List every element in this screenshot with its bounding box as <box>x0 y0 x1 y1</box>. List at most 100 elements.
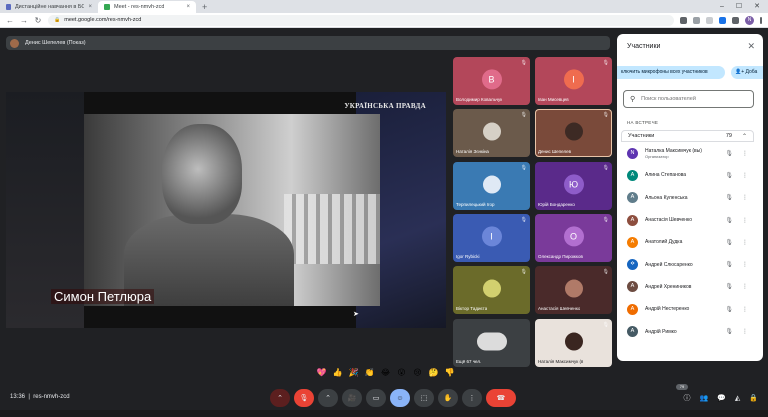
extension-icon[interactable] <box>719 16 726 24</box>
reactions-button[interactable]: ☺ <box>390 389 410 407</box>
mic-off-icon[interactable]: 🎙 <box>725 150 733 157</box>
mic-off-icon[interactable]: 🎙 <box>725 328 733 335</box>
chevron-up-icon[interactable]: ⌃ <box>742 133 747 140</box>
participant-tile[interactable]: Ю 🎙 Юрій Бондаренко <box>535 161 612 210</box>
participant-tile[interactable]: 🎙 Анастасія Шевченко <box>535 266 612 315</box>
mic-off-icon[interactable]: 🎙 <box>725 239 733 246</box>
participant-tile[interactable]: 🎙 Наталія Зєнкіна <box>453 109 530 158</box>
mic-off-icon: 🎙 <box>602 216 609 223</box>
more-vert-icon[interactable]: ⋮ <box>740 194 748 201</box>
more-vert-icon[interactable]: ⋮ <box>740 239 748 246</box>
browser-tab-2[interactable]: Meet - res-nmvh-zcd × <box>98 1 196 13</box>
tile-avatar-letter: В <box>481 69 502 90</box>
menu-dots-icon[interactable] <box>760 16 762 24</box>
reload-icon[interactable]: ↻ <box>34 16 42 25</box>
mic-off-icon[interactable]: 🎙 <box>725 306 733 313</box>
forward-icon[interactable]: → <box>20 16 28 25</box>
mic-options-button[interactable]: ⌃ <box>270 389 290 407</box>
close-window-icon[interactable]: ✕ <box>754 1 760 13</box>
close-panel-icon[interactable]: ✕ <box>747 41 755 52</box>
info-icon[interactable]: ⓘ <box>683 393 690 403</box>
list-item[interactable]: А Анастасія Шевченко 🎙 ⋮ <box>621 209 754 231</box>
end-call-button[interactable]: ☎ <box>486 389 516 407</box>
participant-tile[interactable]: 🎙 Терпилецький Ігор <box>453 161 530 210</box>
participant-tile[interactable]: I 🎙 Igor Rybicki <box>453 213 530 262</box>
camera-icon[interactable] <box>680 16 687 24</box>
profile-avatar[interactable]: N <box>745 15 754 25</box>
mute-all-button[interactable]: ключить микрофоны всех участников <box>617 66 725 79</box>
more-vert-icon[interactable]: ⋮ <box>740 261 748 268</box>
camera-button[interactable]: 🎥 <box>342 389 362 407</box>
mic-off-icon[interactable]: 🎙 <box>725 194 733 201</box>
reaction-emoji[interactable]: 🎉 <box>347 368 360 377</box>
raise-hand-button[interactable]: ✋ <box>438 389 458 407</box>
more-vert-icon[interactable]: ⋮ <box>740 328 748 335</box>
list-item[interactable]: А Алина Степанова 🎙 ⋮ <box>621 164 754 186</box>
mic-off-icon: 🎙 <box>299 395 309 402</box>
people-search[interactable]: ⚲ <box>623 90 754 108</box>
reaction-emoji[interactable]: 👏 <box>363 368 376 377</box>
participants-group-header[interactable]: Участники 79 ⌃ <box>621 130 754 142</box>
search-input[interactable] <box>641 96 742 102</box>
more-vert-icon[interactable]: ⋮ <box>740 306 748 313</box>
more-vert-icon[interactable]: ⋮ <box>740 217 748 224</box>
browser-tab-1[interactable]: Дистанційне навчання в БСТУІФІ × <box>0 1 98 13</box>
close-tab-icon[interactable]: × <box>186 4 190 10</box>
chat-icon[interactable]: 💬 <box>717 394 726 402</box>
tab-title: Meet - res-nmvh-zcd <box>114 4 165 10</box>
participant-tile[interactable]: Ещё 67 чел. <box>453 318 530 367</box>
share-icon[interactable] <box>693 16 700 24</box>
mic-off-icon: 🎙 <box>520 112 527 119</box>
puzzle-icon[interactable] <box>732 16 739 24</box>
star-icon[interactable] <box>706 16 713 24</box>
list-item[interactable]: А Андрій Римко 🎙 ⋮ <box>621 320 754 342</box>
participant-tile[interactable]: В 🎙 Володимир Ковальчук <box>453 57 530 105</box>
add-people-button[interactable]: 👤+ Доба <box>731 66 763 79</box>
participant-tile[interactable]: І 🎙 Іван Мисевцев <box>535 57 612 105</box>
mic-off-icon[interactable]: 🎙 <box>725 261 733 268</box>
hand-icon: ✋ <box>443 395 453 402</box>
list-item[interactable]: А Анатолий Дудка 🎙 ⋮ <box>621 231 754 253</box>
close-tab-icon[interactable]: × <box>88 4 92 10</box>
more-vert-icon[interactable]: ⋮ <box>740 283 748 290</box>
reaction-emoji[interactable]: 👎 <box>443 368 456 377</box>
shapes-icon[interactable]: ◭ <box>735 394 740 402</box>
participant-tile[interactable]: О 🎙 Олександр Пирожков <box>535 213 612 262</box>
reaction-emoji[interactable]: 💖 <box>315 368 328 377</box>
mic-off-icon[interactable]: 🎙 <box>725 172 733 179</box>
maximize-icon[interactable]: ☐ <box>736 1 742 13</box>
more-vert-icon[interactable]: ⋮ <box>740 172 748 179</box>
more-vert-icon[interactable]: ⋮ <box>740 150 748 157</box>
reaction-emoji[interactable]: 👍 <box>331 368 344 377</box>
back-icon[interactable]: ← <box>6 16 14 25</box>
more-options-button[interactable]: ⋮ <box>462 389 482 407</box>
list-item[interactable]: А Андрей Хрениников 🎙 ⋮ <box>621 276 754 298</box>
list-item[interactable]: N Наталка Максимчук (вы) Организатор 🎙 ⋮ <box>621 142 754 164</box>
list-item[interactable]: А Андрій Нестеренко 🎙 ⋮ <box>621 298 754 320</box>
list-item[interactable]: А Альона Куленська 🎙 ⋮ <box>621 187 754 209</box>
reaction-emoji[interactable]: 🤔 <box>427 368 440 377</box>
lock-shield-icon[interactable]: 🔒 <box>749 394 758 402</box>
clock-time: 13:36 <box>10 394 26 400</box>
list-item[interactable]: ✡ Андрей Слюсаренко 🎙 ⋮ <box>621 253 754 275</box>
address-bar[interactable]: 🔒 meet.google.com/res-nmvh-zcd <box>48 14 674 26</box>
reaction-emoji[interactable]: 😮 <box>395 368 408 377</box>
reaction-emoji[interactable]: 😢 <box>411 368 424 377</box>
brand-watermark: УКРАЇНСЬКА ПРАВДА <box>344 102 426 110</box>
minimize-icon[interactable]: – <box>720 1 724 13</box>
mic-off-icon[interactable]: 🎙 <box>725 283 733 290</box>
people-icon[interactable]: 👥 <box>699 394 708 402</box>
mic-muted-button[interactable]: 🎙 <box>294 389 314 407</box>
participant-tile[interactable]: 🎙 Денис Шепелев <box>535 109 612 158</box>
camera-options-button[interactable]: ⌃ <box>318 389 338 407</box>
new-tab-button[interactable]: + <box>196 1 213 13</box>
participant-list-name: Андрій Римко <box>645 328 677 335</box>
mic-off-icon[interactable]: 🎙 <box>725 217 733 224</box>
present-button[interactable]: ⬚ <box>414 389 434 407</box>
captions-button[interactable]: ▭ <box>366 389 386 407</box>
participant-tile[interactable]: 🎙 Наталія Максимчук (в <box>535 318 612 367</box>
participant-tile[interactable]: 🎙 Віктор Тадиєта <box>453 266 530 315</box>
screen-share-stage[interactable]: УКРАЇНСЬКА ПРАВДА Симон Петлюра ➤ <box>6 92 446 328</box>
reaction-emoji[interactable]: 😂 <box>379 368 392 377</box>
mic-off-icon: 🎙 <box>602 60 609 66</box>
